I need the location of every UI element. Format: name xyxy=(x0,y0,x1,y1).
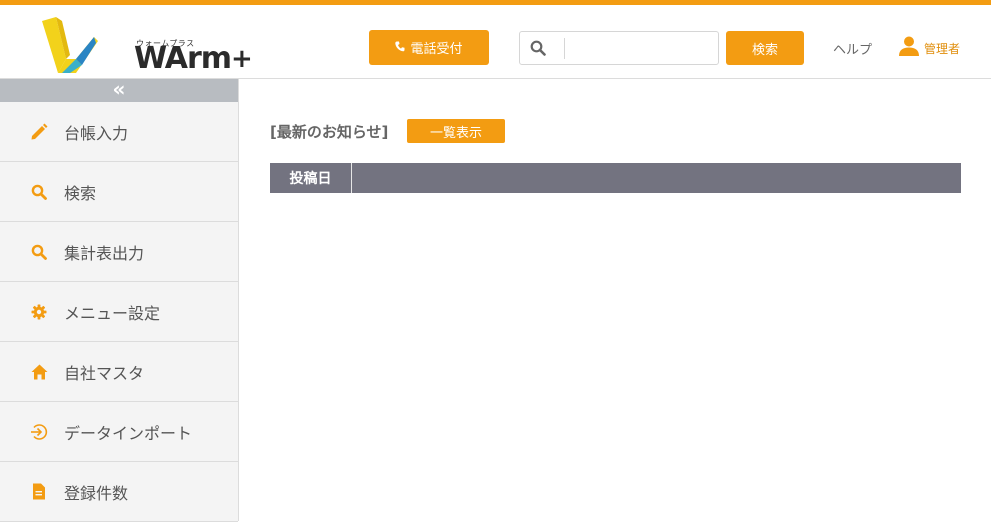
help-link[interactable]: ヘルプ xyxy=(833,39,872,58)
warm-plus-logo[interactable]: ウォームプラス WArm+ xyxy=(36,15,253,75)
sidebar-item-label: 集計表出力 xyxy=(64,243,145,263)
import-icon xyxy=(30,423,48,441)
news-table-header-date: 投稿日 xyxy=(270,163,352,193)
news-section-title: [最新のお知らせ] xyxy=(270,123,389,141)
sidebar-item-company-master[interactable]: 自社マスタ xyxy=(0,342,238,402)
sidebar-item-menu-settings[interactable]: メニュー設定 xyxy=(0,282,238,342)
sidebar-item-label: データインポート xyxy=(64,423,193,443)
sidebar-item-ledger-entry[interactable]: 台帳入力 xyxy=(0,102,238,162)
app-header: ウォームプラス WArm+ 電話受付 検索 ヘルプ 管理者 xyxy=(0,5,991,79)
sidebar: « 台帳入力 検索 集計表出力 メニュー設定 自社マスタ データインポート 登録… xyxy=(0,79,239,522)
sidebar-item-label: 自社マスタ xyxy=(64,363,145,383)
user-label: 管理者 xyxy=(924,41,961,56)
user-icon xyxy=(898,35,920,61)
news-table-header-row: 投稿日 xyxy=(270,163,352,193)
logo-word: WArm+ xyxy=(134,41,253,76)
sidebar-item-search[interactable]: 検索 xyxy=(0,162,238,222)
gear-icon xyxy=(30,303,48,321)
search-button[interactable]: 検索 xyxy=(726,31,804,65)
search-icon xyxy=(530,40,546,60)
search-input[interactable] xyxy=(566,33,716,63)
document-icon xyxy=(30,483,48,501)
search-field[interactable] xyxy=(519,31,719,65)
news-table: 投稿日 xyxy=(270,163,961,193)
main-content: [最新のお知らせ] 投稿日 xyxy=(240,79,991,521)
search-separator xyxy=(564,38,565,59)
logo-mark-icon xyxy=(42,17,98,73)
logo-plus: + xyxy=(231,44,253,74)
home-icon xyxy=(30,363,48,381)
search-icon xyxy=(30,243,48,261)
sidebar-item-label: 台帳入力 xyxy=(64,123,129,143)
search-icon xyxy=(30,183,48,201)
view-all-label: 一覧表示 xyxy=(429,125,482,141)
sidebar-item-label: 登録件数 xyxy=(64,483,129,503)
sidebar-item-report-output[interactable]: 集計表出力 xyxy=(0,222,238,282)
phone-reception-label: 電話受付 xyxy=(410,42,463,57)
logo-word-text: WArm xyxy=(134,41,232,76)
sidebar-collapse-button[interactable]: « xyxy=(0,79,238,102)
phone-icon xyxy=(395,41,405,55)
phone-reception-button[interactable]: 電話受付 xyxy=(369,30,489,65)
search-button-label: 検索 xyxy=(751,42,778,58)
sidebar-item-label: メニュー設定 xyxy=(64,303,161,323)
view-all-button[interactable]: 一覧表示 xyxy=(407,119,505,143)
sidebar-item-data-import[interactable]: データインポート xyxy=(0,402,238,462)
sidebar-item-label: 検索 xyxy=(64,183,97,203)
sidebar-item-registration-count[interactable]: 登録件数 xyxy=(0,462,238,522)
user-menu[interactable]: 管理者 xyxy=(898,35,960,61)
pencil-icon xyxy=(30,123,48,141)
